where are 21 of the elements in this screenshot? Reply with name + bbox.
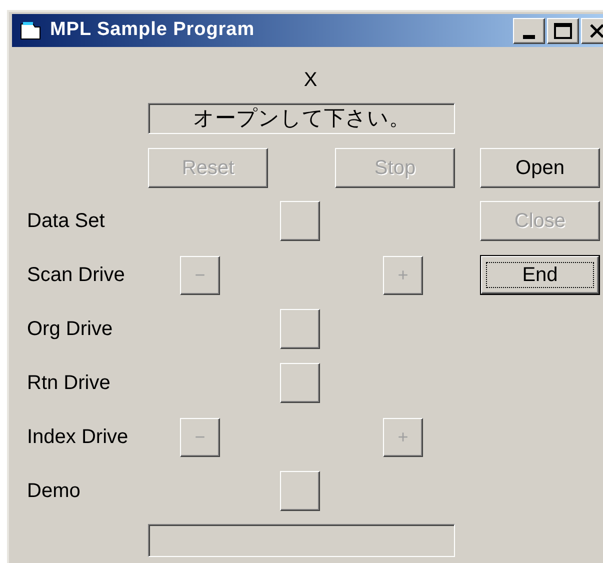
status-field: オープンして下さい。 [148, 103, 455, 134]
maximize-button[interactable] [547, 18, 579, 44]
minimize-button[interactable] [513, 18, 545, 44]
window-title: MPL Sample Program [50, 18, 255, 42]
row-label: Data Set [26, 209, 106, 234]
minimize-icon [523, 34, 535, 38]
row-label: Scan Drive [26, 263, 126, 288]
row-label: Org Drive [26, 317, 114, 342]
square-button[interactable] [280, 471, 320, 511]
square-button[interactable] [280, 363, 320, 403]
row-label: Demo [26, 479, 82, 504]
focused-push-button[interactable]: End [480, 255, 600, 295]
row-label: Rtn Drive [26, 371, 112, 396]
row-label: Index Drive [26, 425, 130, 450]
square-button[interactable] [280, 309, 320, 349]
caption-label: X [304, 68, 318, 92]
close-icon [589, 24, 603, 38]
push-button[interactable]: Open [480, 148, 600, 188]
window-icon [20, 20, 42, 40]
maximize-icon [554, 22, 572, 38]
square-button[interactable] [280, 201, 320, 241]
